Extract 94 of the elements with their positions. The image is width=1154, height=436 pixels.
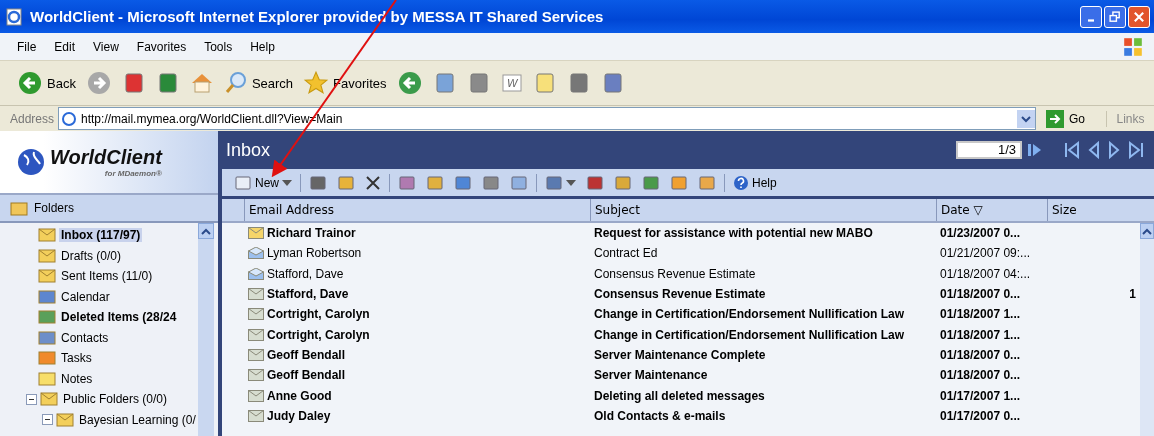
sender-cell: Cortright, Carolyn xyxy=(267,307,370,322)
sender-cell: Anne Good xyxy=(267,388,332,403)
folder-item[interactable]: Sent Items (11/0) xyxy=(59,269,155,284)
help-icon xyxy=(733,174,749,191)
toolbar-button[interactable]: Help xyxy=(731,174,779,191)
restore-button[interactable] xyxy=(1104,5,1126,28)
browser-logo-icon xyxy=(4,6,24,27)
menu-item[interactable]: Help xyxy=(241,39,284,54)
scroll-up-icon[interactable] xyxy=(1142,227,1152,235)
sender-cell: Stafford, Dave xyxy=(267,266,344,281)
folder-item[interactable]: Contacts xyxy=(59,330,111,345)
toolbar-button[interactable]: Search xyxy=(220,71,297,95)
date-cell-text: 01/17/2007 1... xyxy=(939,388,1022,403)
sender-cell: Judy Daley xyxy=(267,408,331,423)
column-header[interactable]: Subject xyxy=(590,199,936,221)
toolbar-button[interactable]: Back xyxy=(14,70,79,96)
subject-cell-text: Server Maintenance Complete xyxy=(593,347,767,362)
menu-item[interactable]: Favorites xyxy=(127,39,196,54)
column-header[interactable]: Date ▽ xyxy=(936,199,1047,221)
scrollbar[interactable] xyxy=(1140,223,1154,436)
sender-cell: Cortright, Carolyn xyxy=(267,327,370,342)
column-header[interactable]: Email Address xyxy=(244,199,590,221)
folder-item[interactable]: Deleted Items (28/24 xyxy=(59,310,179,325)
toolbar-button[interactable]: New xyxy=(232,174,294,191)
windows-logo-icon xyxy=(1122,35,1144,58)
subject-cell-text: Change in Certification/Endorsement Nullification Law xyxy=(593,307,906,322)
folders-header: Folders xyxy=(0,195,218,223)
restore-icon xyxy=(1108,9,1122,24)
sender-cell: Geoff Bendall xyxy=(267,347,345,362)
sender-cell: Stafford, Dave xyxy=(267,287,349,302)
minimize-button[interactable] xyxy=(1080,5,1102,28)
sender-cell: Lyman Robertson xyxy=(267,246,362,261)
folder-item[interactable]: Tasks xyxy=(59,351,94,366)
folder-item[interactable]: Public Folders (0/0) xyxy=(61,392,170,407)
subject-cell-text: Contract Ed xyxy=(593,246,659,261)
collapse-icon[interactable] xyxy=(42,414,53,426)
date-cell-text: 01/18/2007 0... xyxy=(939,368,1022,383)
subject-cell-text: Server Maintenance xyxy=(593,368,709,383)
subject-cell-text: Consensus Revenue Estimate xyxy=(593,266,757,281)
caret-icon xyxy=(566,179,576,186)
page-field[interactable]: 1/3 xyxy=(956,141,1022,159)
caret-icon xyxy=(282,179,292,186)
close-icon xyxy=(1132,9,1146,24)
date-cell-text: 01/18/2007 1... xyxy=(939,327,1022,342)
date-cell-text: 01/18/2007 04:... xyxy=(939,266,1032,281)
folder-item[interactable]: Bayesian Learning (0/ xyxy=(77,412,198,427)
sender-cell: Geoff Bendall xyxy=(267,368,345,383)
delete-icon xyxy=(365,174,381,191)
next-page-icon[interactable] xyxy=(1108,141,1120,159)
first-page-icon[interactable] xyxy=(1064,141,1080,159)
date-cell-text: 01/17/2007 0... xyxy=(939,408,1022,423)
date-cell-text: 01/18/2007 0... xyxy=(939,287,1022,302)
forward-icon xyxy=(85,70,112,96)
subject-cell-text: Change in Certification/Endorsement Nullification Law xyxy=(593,327,906,342)
date-cell-text: 01/18/2007 1... xyxy=(939,307,1022,322)
star-icon xyxy=(303,70,330,96)
toolbar-button[interactable] xyxy=(363,174,383,191)
menu-item[interactable]: Edit xyxy=(45,39,85,54)
date-cell-text: 01/18/2007 0... xyxy=(939,347,1022,362)
folder-item[interactable]: Drafts (0/0) xyxy=(59,248,123,263)
subject-cell-text: Consensus Revenue Estimate xyxy=(593,287,767,302)
logo-tagline: for MDaemon® xyxy=(104,169,162,178)
scrollbar[interactable] xyxy=(198,223,214,436)
size-cell: 1 xyxy=(1129,287,1136,302)
menu-item[interactable]: View xyxy=(84,39,128,54)
dropdown-icon[interactable] xyxy=(1017,109,1035,128)
previous-page-icon[interactable] xyxy=(1088,141,1100,159)
go-button[interactable]: Go xyxy=(1040,108,1102,129)
folder-item[interactable]: Notes xyxy=(59,371,95,386)
subject-cell-text: Request for assistance with potential new MABO xyxy=(593,226,874,241)
date-cell-text: 01/23/2007 0... xyxy=(939,226,1022,241)
sender-cell: Richard Trainor xyxy=(267,226,356,241)
folder-item[interactable]: Inbox (117/97) xyxy=(59,228,143,243)
minimize-icon xyxy=(1088,19,1094,22)
folder-item[interactable]: Calendar xyxy=(59,289,112,304)
last-page-icon[interactable] xyxy=(1128,141,1144,159)
date-cell-text: 01/21/2007 09:... xyxy=(939,246,1032,261)
address-label: Address xyxy=(10,111,55,126)
back-icon xyxy=(17,70,43,96)
folder-title: Inbox xyxy=(226,139,272,161)
toolbar-button[interactable] xyxy=(543,174,578,191)
search-icon xyxy=(223,71,248,95)
collapse-icon[interactable] xyxy=(26,393,37,405)
history-icon xyxy=(396,70,423,96)
globe-icon xyxy=(16,147,46,177)
page-icon xyxy=(61,110,78,127)
subject-cell-text: Old Contacts & e-mails xyxy=(593,408,727,423)
menu-item[interactable]: File xyxy=(8,39,46,54)
close-button[interactable] xyxy=(1128,5,1150,28)
subject-cell-text: Deleting all deleted messages xyxy=(593,388,766,403)
menu-item[interactable]: Tools xyxy=(195,39,242,54)
logo-wordmark: WorldClient xyxy=(50,146,162,169)
column-header[interactable]: Size xyxy=(1047,199,1154,221)
scroll-up-icon[interactable] xyxy=(201,227,211,235)
